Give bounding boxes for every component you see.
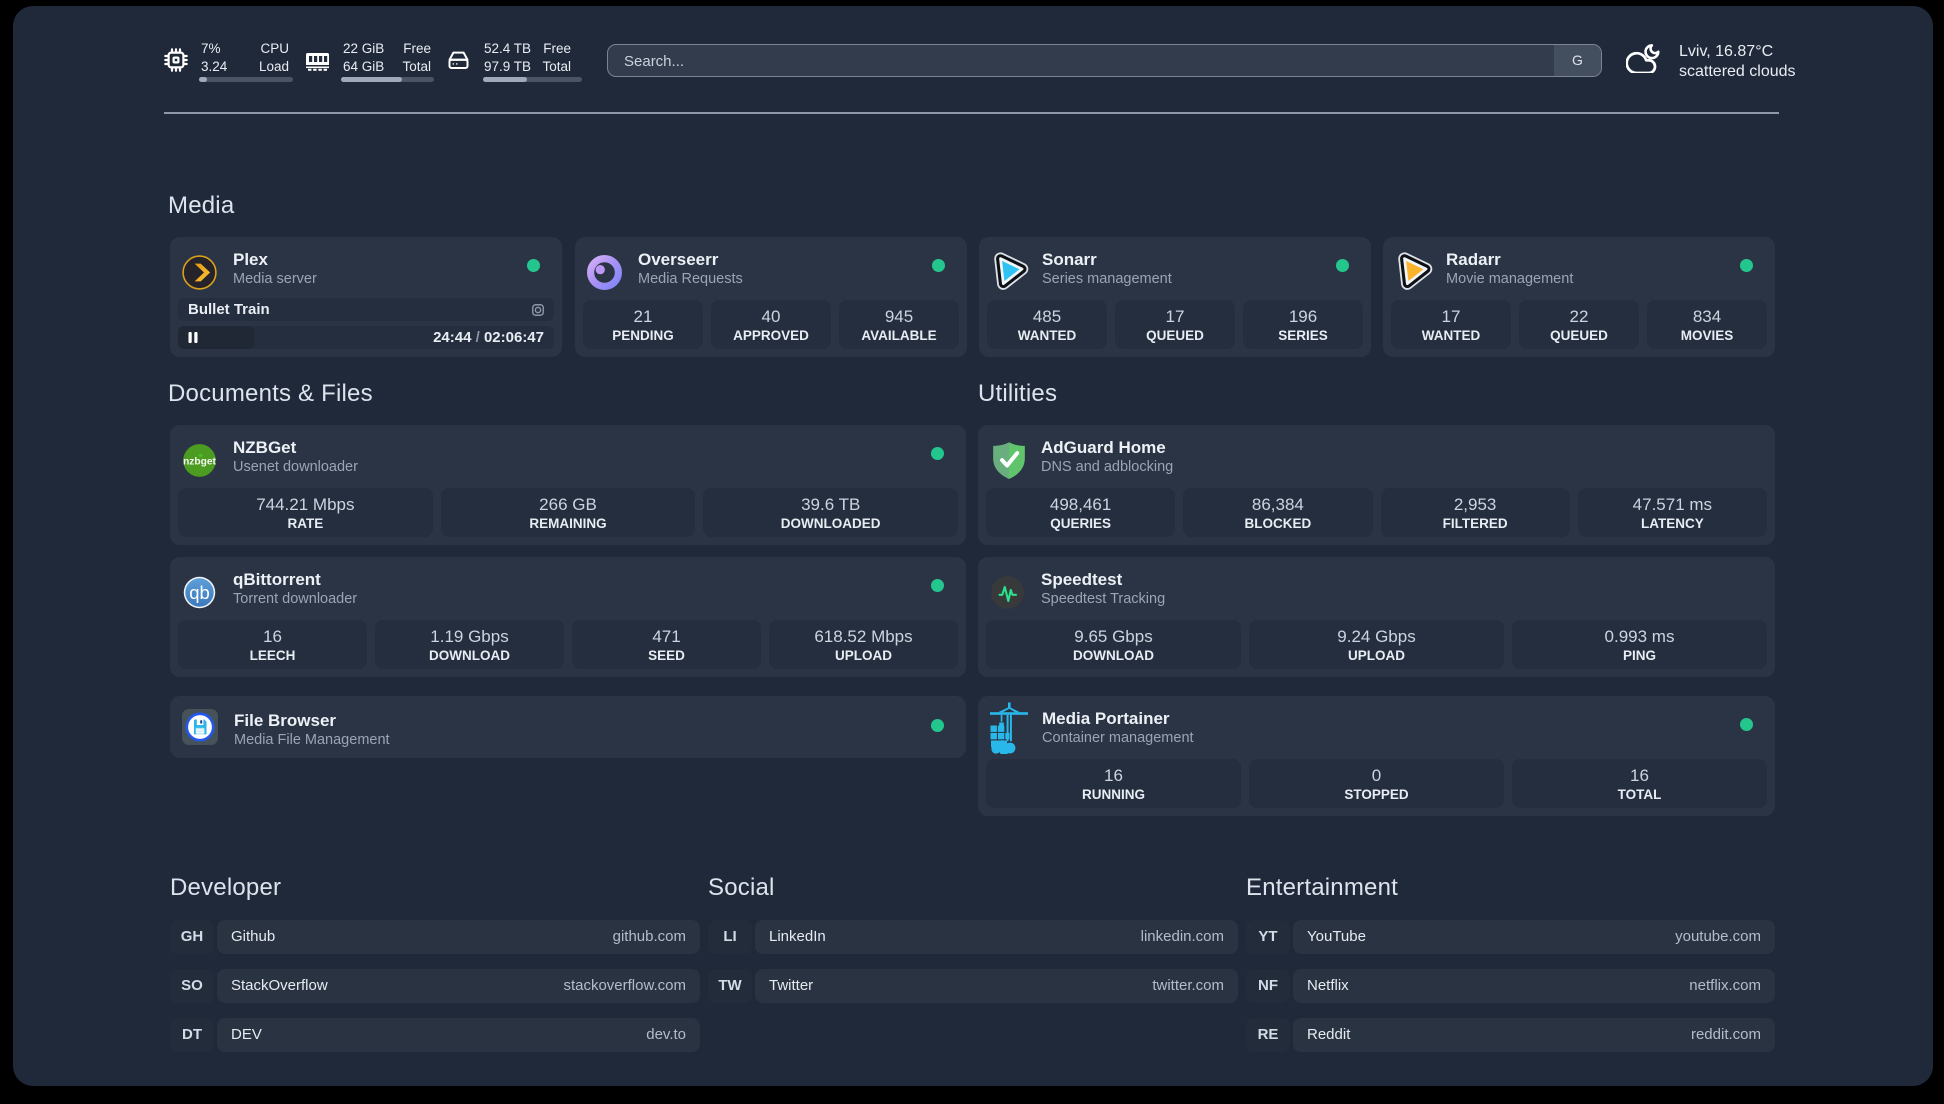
svg-text:qb: qb	[189, 582, 210, 603]
svg-text:nzbget: nzbget	[183, 456, 216, 467]
